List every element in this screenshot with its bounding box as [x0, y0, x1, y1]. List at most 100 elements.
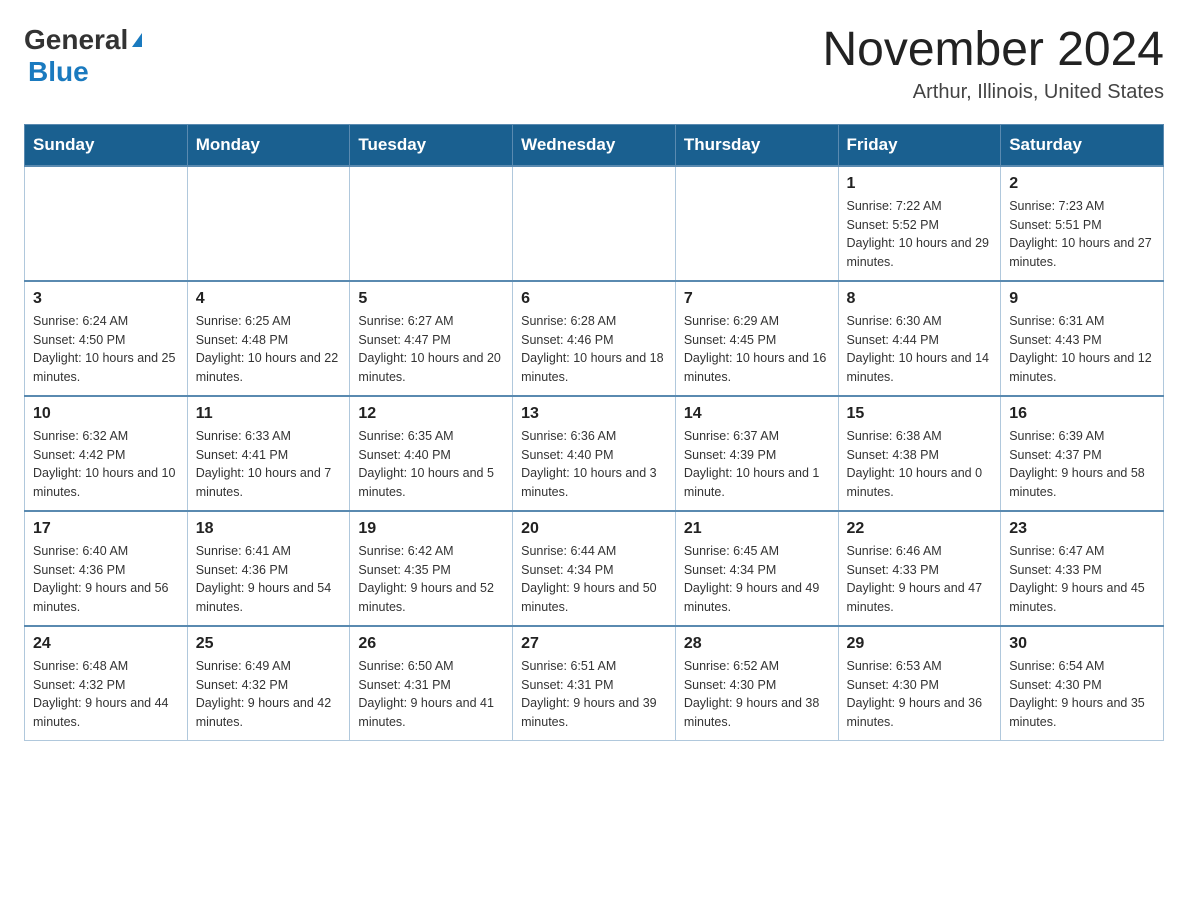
calendar-cell: [187, 166, 350, 281]
day-number: 29: [847, 635, 993, 653]
calendar-cell: 30 Sunrise: 6:54 AM Sunset: 4:30 PM Dayli…: [1001, 626, 1164, 741]
calendar-cell: 22 Sunrise: 6:46 AM Sunset: 4:33 PM Dayli…: [838, 511, 1001, 626]
day-number: 4: [196, 290, 342, 308]
day-info: Sunrise: 6:49 AM Sunset: 4:32 PM Dayligh…: [196, 657, 342, 732]
day-info: Sunrise: 6:30 AM Sunset: 4:44 PM Dayligh…: [847, 312, 993, 387]
calendar-cell: 26 Sunrise: 6:50 AM Sunset: 4:31 PM Dayli…: [350, 626, 513, 741]
calendar-cell: 11 Sunrise: 6:33 AM Sunset: 4:41 PM Dayli…: [187, 396, 350, 511]
day-info: Sunrise: 6:53 AM Sunset: 4:30 PM Dayligh…: [847, 657, 993, 732]
calendar-header-saturday: Saturday: [1001, 124, 1164, 166]
day-info: Sunrise: 6:29 AM Sunset: 4:45 PM Dayligh…: [684, 312, 830, 387]
calendar-header-row: SundayMondayTuesdayWednesdayThursdayFrid…: [25, 124, 1164, 166]
calendar-cell: 19 Sunrise: 6:42 AM Sunset: 4:35 PM Dayli…: [350, 511, 513, 626]
day-number: 11: [196, 405, 342, 423]
calendar-cell: 9 Sunrise: 6:31 AM Sunset: 4:43 PM Daylig…: [1001, 281, 1164, 396]
calendar-cell: 20Sunrise: 6:44 AM Sunset: 4:34 PM Dayli…: [513, 511, 676, 626]
day-number: 2: [1009, 175, 1155, 193]
day-number: 8: [847, 290, 993, 308]
day-info: Sunrise: 6:25 AM Sunset: 4:48 PM Dayligh…: [196, 312, 342, 387]
calendar-cell: 8 Sunrise: 6:30 AM Sunset: 4:44 PM Daylig…: [838, 281, 1001, 396]
day-info: Sunrise: 6:38 AM Sunset: 4:38 PM Dayligh…: [847, 427, 993, 502]
day-info: Sunrise: 6:32 AM Sunset: 4:42 PM Dayligh…: [33, 427, 179, 502]
day-number: 5: [358, 290, 504, 308]
calendar-cell: 18Sunrise: 6:41 AM Sunset: 4:36 PM Dayli…: [187, 511, 350, 626]
day-number: 19: [358, 520, 504, 538]
day-info: Sunrise: 6:35 AM Sunset: 4:40 PM Dayligh…: [358, 427, 504, 502]
day-number: 15: [847, 405, 993, 423]
calendar-cell: 3 Sunrise: 6:24 AM Sunset: 4:50 PM Daylig…: [25, 281, 188, 396]
day-number: 23: [1009, 520, 1155, 538]
day-number: 9: [1009, 290, 1155, 308]
logo: General Blue: [24, 24, 142, 88]
day-info: Sunrise: 6:50 AM Sunset: 4:31 PM Dayligh…: [358, 657, 504, 732]
day-info: Sunrise: 6:54 AM Sunset: 4:30 PM Dayligh…: [1009, 657, 1155, 732]
day-info: Sunrise: 6:48 AM Sunset: 4:32 PM Dayligh…: [33, 657, 179, 732]
day-info: Sunrise: 6:40 AM Sunset: 4:36 PM Dayligh…: [33, 542, 179, 617]
week-row-3: 10 Sunrise: 6:32 AM Sunset: 4:42 PM Dayli…: [25, 396, 1164, 511]
day-info: Sunrise: 6:24 AM Sunset: 4:50 PM Dayligh…: [33, 312, 179, 387]
day-info: Sunrise: 6:46 AM Sunset: 4:33 PM Dayligh…: [847, 542, 993, 617]
day-number: 27: [521, 635, 667, 653]
calendar-cell: 12 Sunrise: 6:35 AM Sunset: 4:40 PM Dayli…: [350, 396, 513, 511]
calendar-cell: 29 Sunrise: 6:53 AM Sunset: 4:30 PM Dayli…: [838, 626, 1001, 741]
calendar-cell: 17Sunrise: 6:40 AM Sunset: 4:36 PM Dayli…: [25, 511, 188, 626]
day-number: 14: [684, 405, 830, 423]
day-number: 13: [521, 405, 667, 423]
calendar-cell: [675, 166, 838, 281]
month-title: November 2024: [822, 24, 1164, 77]
day-info: Sunrise: 6:31 AM Sunset: 4:43 PM Dayligh…: [1009, 312, 1155, 387]
calendar-cell: 7Sunrise: 6:29 AM Sunset: 4:45 PM Daylig…: [675, 281, 838, 396]
calendar-cell: 15 Sunrise: 6:38 AM Sunset: 4:38 PM Dayli…: [838, 396, 1001, 511]
day-info: Sunrise: 6:36 AM Sunset: 4:40 PM Dayligh…: [521, 427, 667, 502]
calendar-cell: 27 Sunrise: 6:51 AM Sunset: 4:31 PM Dayli…: [513, 626, 676, 741]
day-info: Sunrise: 6:33 AM Sunset: 4:41 PM Dayligh…: [196, 427, 342, 502]
calendar-table: SundayMondayTuesdayWednesdayThursdayFrid…: [24, 124, 1164, 741]
day-info: Sunrise: 6:47 AM Sunset: 4:33 PM Dayligh…: [1009, 542, 1155, 617]
calendar-cell: 1 Sunrise: 7:22 AM Sunset: 5:52 PM Daylig…: [838, 166, 1001, 281]
day-info: Sunrise: 6:52 AM Sunset: 4:30 PM Dayligh…: [684, 657, 830, 732]
page-header: General Blue November 2024 Arthur, Illin…: [24, 24, 1164, 104]
calendar-cell: 6 Sunrise: 6:28 AM Sunset: 4:46 PM Daylig…: [513, 281, 676, 396]
day-number: 6: [521, 290, 667, 308]
calendar-cell: 24 Sunrise: 6:48 AM Sunset: 4:32 PM Dayli…: [25, 626, 188, 741]
calendar-cell: 13 Sunrise: 6:36 AM Sunset: 4:40 PM Dayli…: [513, 396, 676, 511]
day-number: 1: [847, 175, 993, 193]
calendar-header-tuesday: Tuesday: [350, 124, 513, 166]
day-info: Sunrise: 6:28 AM Sunset: 4:46 PM Dayligh…: [521, 312, 667, 387]
day-number: 12: [358, 405, 504, 423]
day-info: Sunrise: 6:42 AM Sunset: 4:35 PM Dayligh…: [358, 542, 504, 617]
calendar-cell: 2 Sunrise: 7:23 AM Sunset: 5:51 PM Daylig…: [1001, 166, 1164, 281]
calendar-cell: 14Sunrise: 6:37 AM Sunset: 4:39 PM Dayli…: [675, 396, 838, 511]
day-number: 25: [196, 635, 342, 653]
day-info: Sunrise: 7:22 AM Sunset: 5:52 PM Dayligh…: [847, 197, 993, 272]
day-number: 18: [196, 520, 342, 538]
week-row-4: 17Sunrise: 6:40 AM Sunset: 4:36 PM Dayli…: [25, 511, 1164, 626]
calendar-cell: 25 Sunrise: 6:49 AM Sunset: 4:32 PM Dayli…: [187, 626, 350, 741]
calendar-cell: [513, 166, 676, 281]
day-number: 10: [33, 405, 179, 423]
logo-blue-text: Blue: [28, 56, 89, 88]
day-number: 20: [521, 520, 667, 538]
day-number: 21: [684, 520, 830, 538]
day-info: Sunrise: 6:51 AM Sunset: 4:31 PM Dayligh…: [521, 657, 667, 732]
week-row-1: 1 Sunrise: 7:22 AM Sunset: 5:52 PM Daylig…: [25, 166, 1164, 281]
logo-triangle-icon: [132, 33, 142, 47]
location-text: Arthur, Illinois, United States: [822, 81, 1164, 104]
day-number: 22: [847, 520, 993, 538]
day-info: Sunrise: 6:39 AM Sunset: 4:37 PM Dayligh…: [1009, 427, 1155, 502]
day-number: 3: [33, 290, 179, 308]
calendar-header-monday: Monday: [187, 124, 350, 166]
day-number: 26: [358, 635, 504, 653]
title-block: November 2024 Arthur, Illinois, United S…: [822, 24, 1164, 104]
day-number: 30: [1009, 635, 1155, 653]
calendar-cell: 28 Sunrise: 6:52 AM Sunset: 4:30 PM Dayli…: [675, 626, 838, 741]
day-number: 28: [684, 635, 830, 653]
week-row-5: 24 Sunrise: 6:48 AM Sunset: 4:32 PM Dayli…: [25, 626, 1164, 741]
day-number: 24: [33, 635, 179, 653]
day-info: Sunrise: 7:23 AM Sunset: 5:51 PM Dayligh…: [1009, 197, 1155, 272]
calendar-cell: 21Sunrise: 6:45 AM Sunset: 4:34 PM Dayli…: [675, 511, 838, 626]
calendar-cell: 16 Sunrise: 6:39 AM Sunset: 4:37 PM Dayli…: [1001, 396, 1164, 511]
calendar-header-sunday: Sunday: [25, 124, 188, 166]
day-number: 16: [1009, 405, 1155, 423]
calendar-cell: [350, 166, 513, 281]
